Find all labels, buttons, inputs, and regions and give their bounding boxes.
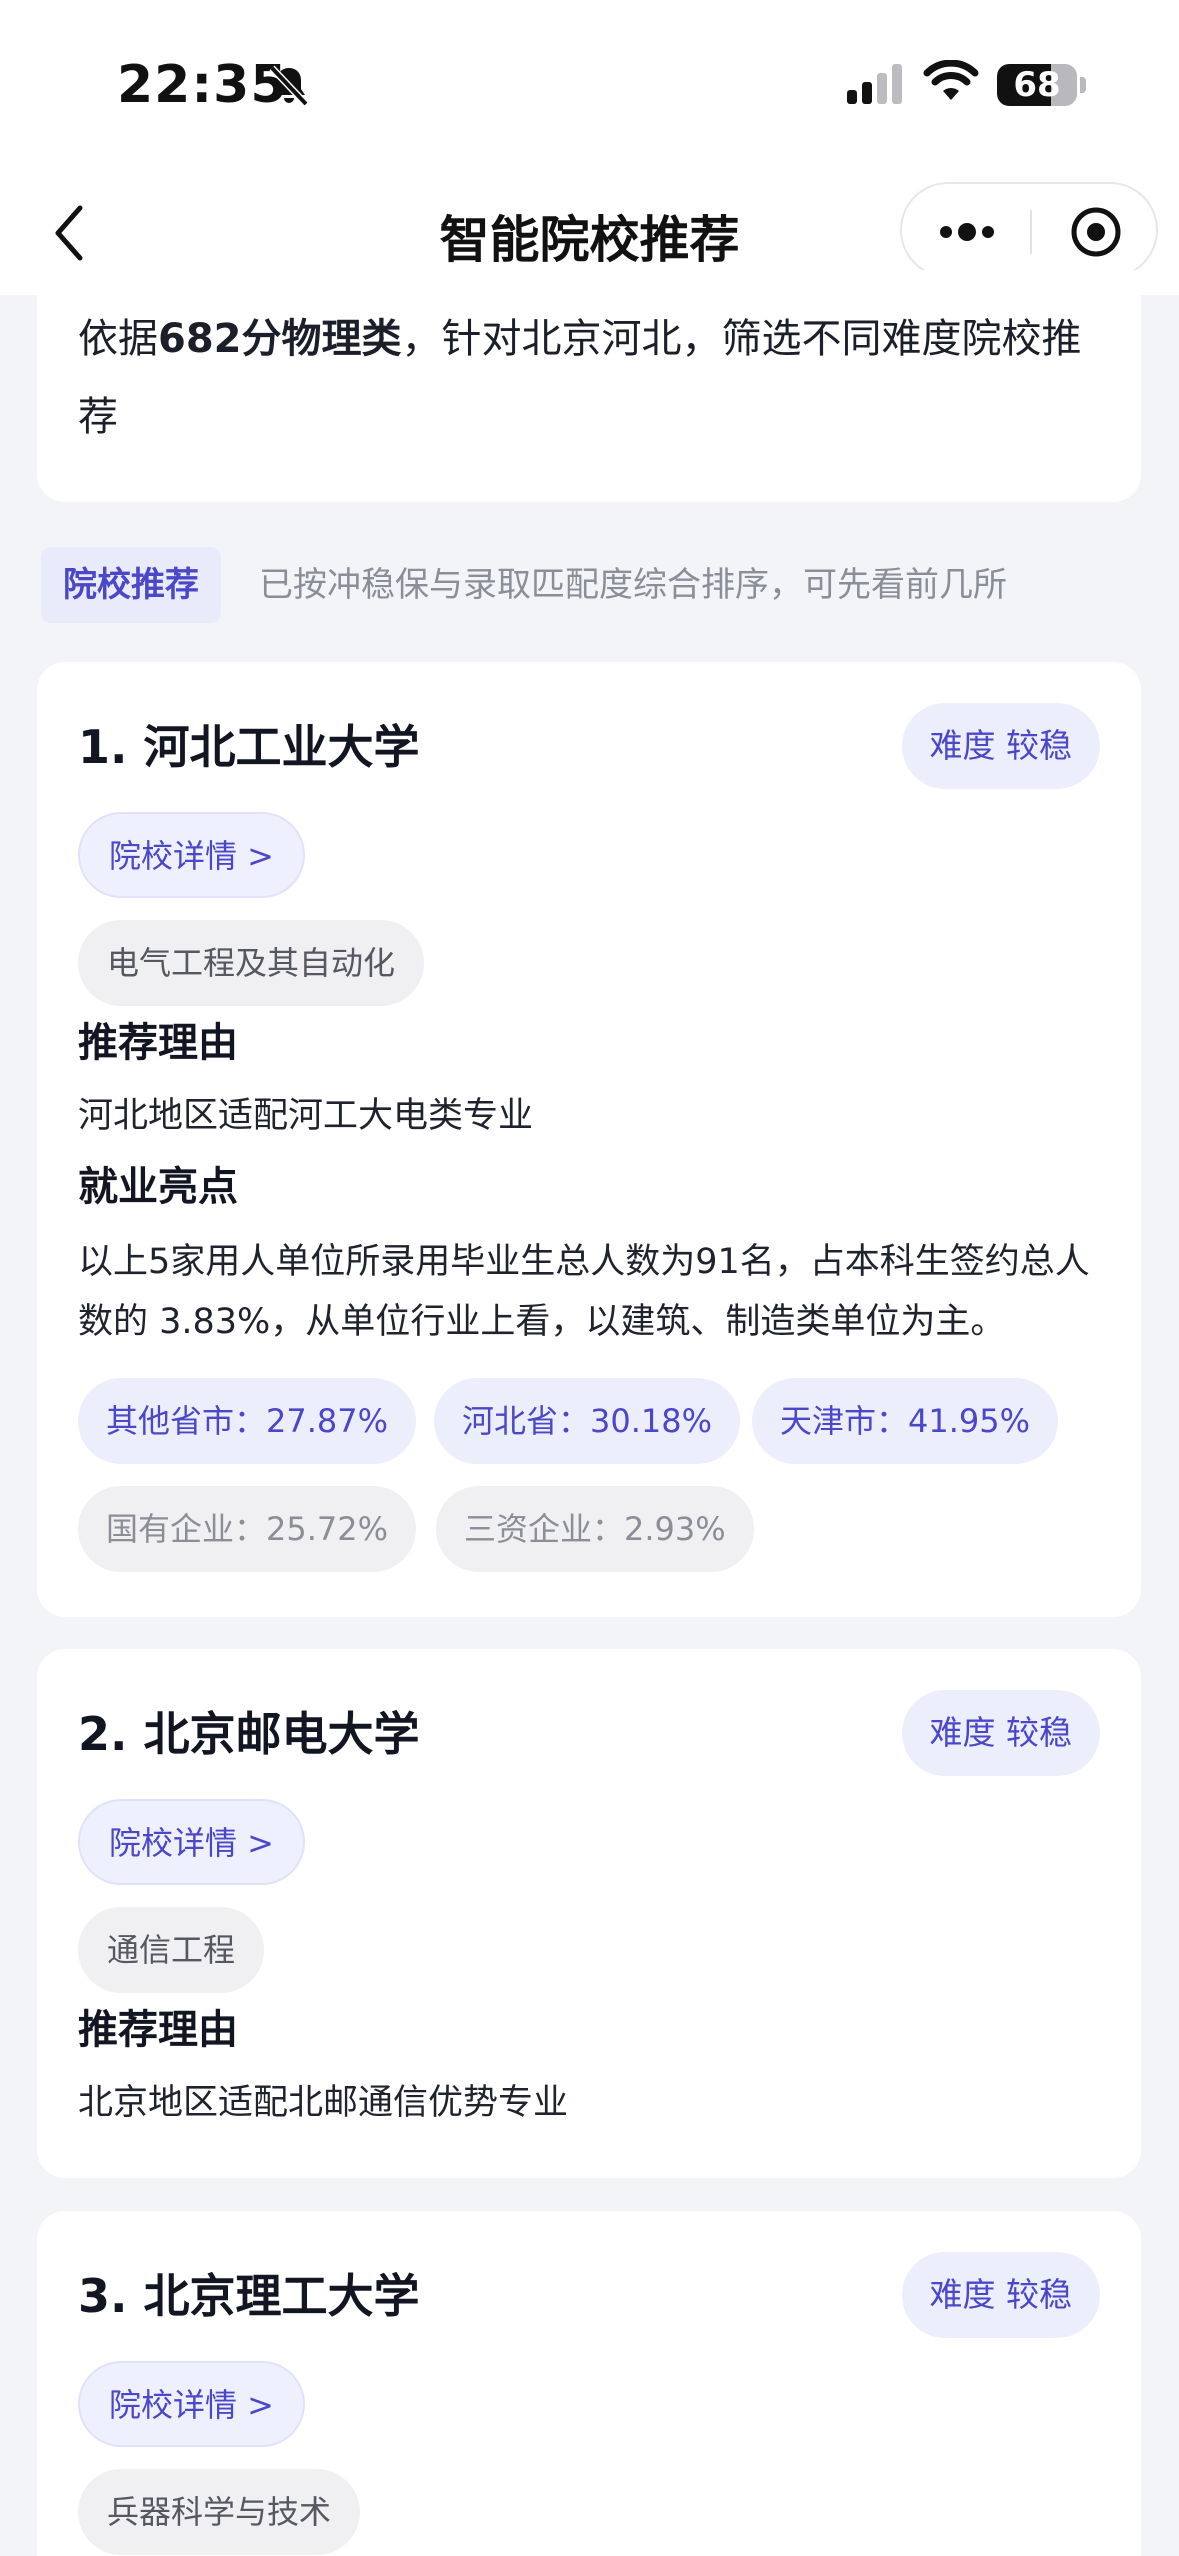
school-detail-button[interactable]: 院校详情 > bbox=[78, 812, 305, 898]
bell-muted-icon bbox=[269, 65, 309, 107]
intro-card: 依据682分物理类，针对北京河北，筛选不同难度院校推荐 bbox=[37, 270, 1141, 502]
difficulty-badge: 难度 较稳 bbox=[901, 2252, 1100, 2338]
miniprogram-capsule bbox=[900, 182, 1158, 278]
difficulty-badge: 难度 较稳 bbox=[901, 1690, 1100, 1776]
capsule-divider bbox=[1030, 210, 1032, 254]
more-dots-icon[interactable] bbox=[936, 212, 998, 252]
intro-text-before: 依据 bbox=[78, 316, 158, 362]
stat-chip: 河北省：30.18% bbox=[434, 1378, 741, 1464]
section-tag: 院校推荐 bbox=[41, 547, 221, 623]
reason-heading: 推荐理由 bbox=[78, 2007, 238, 2053]
school-card: 1. 河北工业大学 难度 较稳 院校详情 > 电气工程及其自动化 推荐理由 河北… bbox=[37, 662, 1141, 1617]
section-header: 院校推荐 已按冲稳保与录取匹配度综合排序，可先看前几所 bbox=[41, 547, 1141, 623]
major-chip: 电气工程及其自动化 bbox=[78, 920, 425, 1006]
reason-heading: 推荐理由 bbox=[78, 1020, 238, 1066]
section-desc: 已按冲稳保与录取匹配度综合排序，可先看前几所 bbox=[259, 565, 1007, 605]
school-detail-button[interactable]: 院校详情 > bbox=[78, 2361, 305, 2447]
school-title: 2. 北京邮电大学 bbox=[78, 1707, 420, 1761]
reason-text: 河北地区适配河工大电类专业 bbox=[78, 1096, 534, 1136]
stat-chip: 天津市：41.95% bbox=[752, 1378, 1059, 1464]
school-title: 3. 北京理工大学 bbox=[78, 2269, 420, 2323]
stat-chip: 其他省市：27.87% bbox=[78, 1378, 417, 1464]
school-card: 3. 北京理工大学 难度 较稳 院校详情 > 兵器科学与技术 bbox=[37, 2211, 1141, 2556]
employment-heading: 就业亮点 bbox=[78, 1164, 238, 1210]
school-title: 1. 河北工业大学 bbox=[78, 720, 420, 774]
major-chip: 兵器科学与技术 bbox=[78, 2469, 361, 2555]
cellular-signal-icon bbox=[847, 64, 902, 104]
close-target-icon[interactable] bbox=[1070, 206, 1122, 258]
stat-chip: 国有企业：25.72% bbox=[78, 1486, 417, 1572]
intro-text: 依据682分物理类，针对北京河北，筛选不同难度院校推荐 bbox=[78, 300, 1118, 456]
stat-chip: 三资企业：2.93% bbox=[436, 1486, 754, 1572]
battery-tip bbox=[1080, 77, 1086, 93]
major-chip: 通信工程 bbox=[78, 1907, 265, 1993]
battery-percent: 68 bbox=[1013, 65, 1061, 105]
status-time: 22:35 bbox=[117, 55, 288, 115]
status-bar: 22:35 68 bbox=[0, 0, 1179, 170]
difficulty-badge: 难度 较稳 bbox=[901, 703, 1100, 789]
reason-text: 北京地区适配北邮通信优势专业 bbox=[78, 2083, 569, 2123]
battery-indicator: 68 bbox=[997, 64, 1077, 106]
school-detail-button[interactable]: 院校详情 > bbox=[78, 1799, 305, 1885]
intro-highlight: 682分物理类 bbox=[158, 316, 402, 362]
employment-text: 以上5家用人单位所录用毕业生总人数为91名，占本科生签约总人数的 3.83%，从… bbox=[78, 1242, 1090, 1342]
school-card: 2. 北京邮电大学 难度 较稳 院校详情 > 通信工程 推荐理由 北京地区适配北… bbox=[37, 1649, 1141, 2178]
wifi-icon bbox=[923, 60, 979, 100]
